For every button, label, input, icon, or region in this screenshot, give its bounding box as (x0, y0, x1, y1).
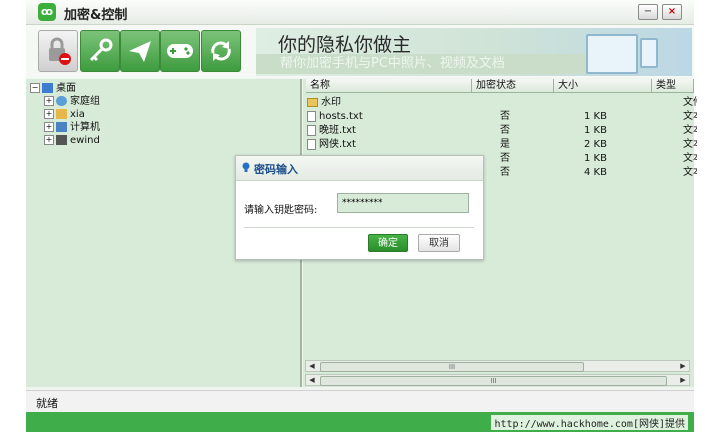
file-name: hosts.txt (319, 111, 363, 122)
app-logo-icon: ꝏ (38, 3, 56, 21)
tree-item-desktop[interactable]: − 桌面 (30, 82, 76, 95)
horizontal-scrollbar[interactable]: ◀ III ▶ (305, 374, 690, 386)
file-size: 1 KB (584, 153, 607, 164)
column-header-type[interactable]: 类型 (652, 79, 694, 93)
tree-item-label: 桌面 (56, 83, 76, 94)
text-file-icon (307, 138, 316, 150)
paper-plane-icon (129, 41, 151, 62)
banner-title: 你的隐私你做主 (278, 34, 412, 56)
scroll-left-icon[interactable]: ◀ (306, 375, 318, 385)
password-label: 请输入钥匙密码: (244, 205, 318, 216)
collapse-icon[interactable]: − (30, 83, 40, 93)
status-bar: 就绪 (26, 390, 694, 413)
sync-arrows-icon (211, 41, 231, 61)
file-size: 1 KB (584, 111, 607, 122)
file-type: 文本文档 (683, 125, 697, 136)
column-header-size[interactable]: 大小 (554, 79, 652, 93)
tree-item-label: xia (70, 109, 85, 120)
file-size: 2 KB (584, 139, 607, 150)
expand-icon[interactable]: + (44, 109, 54, 119)
file-size: 1 KB (584, 125, 607, 136)
expand-icon[interactable]: + (44, 96, 54, 106)
expand-icon[interactable]: + (44, 122, 54, 132)
network-icon (56, 135, 67, 145)
footer-bar: http://www.hackhome.com[网侠]提供 (26, 412, 694, 432)
expand-icon[interactable]: + (44, 135, 54, 145)
tree-item-homegroup[interactable]: + 家庭组 (44, 95, 100, 108)
file-type: 文本文档 (683, 111, 697, 122)
minimize-button[interactable]: − (638, 4, 658, 20)
scroll-right-icon[interactable]: ▶ (677, 375, 689, 385)
computer-icon (56, 122, 67, 132)
game-button[interactable] (160, 30, 200, 72)
tree-item-ewind[interactable]: + ewind (44, 134, 100, 147)
tree-item-label: ewind (70, 135, 100, 146)
user-folder-icon (56, 109, 67, 119)
file-type: 文本文档 (683, 167, 697, 178)
homegroup-icon (56, 96, 67, 106)
file-type: 文本文档 (683, 153, 697, 164)
file-size: 4 KB (584, 167, 607, 178)
lock-button[interactable] (38, 30, 78, 72)
file-status: 否 (500, 111, 510, 122)
desktop-icon (42, 83, 53, 93)
key-button[interactable] (80, 30, 120, 72)
file-status: 否 (500, 167, 510, 178)
file-name: 网侠.txt (319, 139, 356, 150)
key-icon (89, 38, 113, 62)
text-file-icon (307, 124, 316, 136)
window-title: 加密&控制 (64, 8, 128, 23)
file-name: 晚班.txt (319, 125, 356, 136)
text-file-icon (307, 110, 316, 122)
dialog-title-bar: 密码输入 (236, 156, 483, 181)
file-status: 否 (500, 153, 510, 164)
password-dialog: 密码输入 请输入钥匙密码: 确定 取消 (235, 155, 484, 260)
horizontal-scrollbar-inner[interactable]: ◀ III ▶ (305, 360, 690, 372)
scroll-left-icon[interactable]: ◀ (306, 361, 318, 371)
phone-illustration-icon (640, 38, 658, 68)
dialog-divider (244, 227, 474, 228)
password-input[interactable] (337, 193, 469, 213)
tree-item-xia[interactable]: + xia (44, 108, 85, 121)
send-button[interactable] (120, 30, 160, 72)
column-header-name[interactable]: 名称 (306, 79, 472, 93)
file-type: 文件夹 (683, 97, 697, 108)
bulb-icon (242, 162, 250, 172)
cancel-button[interactable]: 取消 (418, 234, 460, 252)
status-text: 就绪 (36, 397, 58, 410)
tree-item-label: 家庭组 (70, 96, 100, 107)
tree-item-computer[interactable]: + 计算机 (44, 121, 100, 134)
column-header-status[interactable]: 加密状态 (472, 79, 554, 93)
scrollbar-thumb[interactable]: III (320, 362, 584, 372)
scrollbar-thumb[interactable]: III (320, 376, 667, 386)
scroll-right-icon[interactable]: ▶ (677, 361, 689, 371)
file-name: 水印 (321, 97, 341, 108)
folder-icon (307, 97, 318, 107)
file-type: 文本文档 (683, 139, 697, 150)
gamepad-icon (167, 44, 193, 58)
footer-credit: http://www.hackhome.com[网侠]提供 (491, 415, 688, 430)
sync-button[interactable] (201, 30, 241, 72)
tree-item-label: 计算机 (70, 122, 100, 133)
title-bar: ꝏ 加密&控制 − × (26, 0, 694, 25)
file-status: 是 (500, 139, 510, 150)
banner-subtitle: 帮你加密手机与PC中照片、视频及文档 (256, 54, 616, 74)
monitor-illustration-icon (586, 34, 638, 74)
close-button[interactable]: × (662, 4, 682, 20)
confirm-button[interactable]: 确定 (368, 234, 408, 252)
lock-prohibit-icon (49, 37, 71, 65)
toolbar: 你的隐私你做主 帮你加密手机与PC中照片、视频及文档 (26, 25, 694, 78)
dialog-title: 密码输入 (254, 163, 298, 176)
promo-banner: 你的隐私你做主 帮你加密手机与PC中照片、视频及文档 (256, 28, 692, 76)
file-status: 否 (500, 125, 510, 136)
